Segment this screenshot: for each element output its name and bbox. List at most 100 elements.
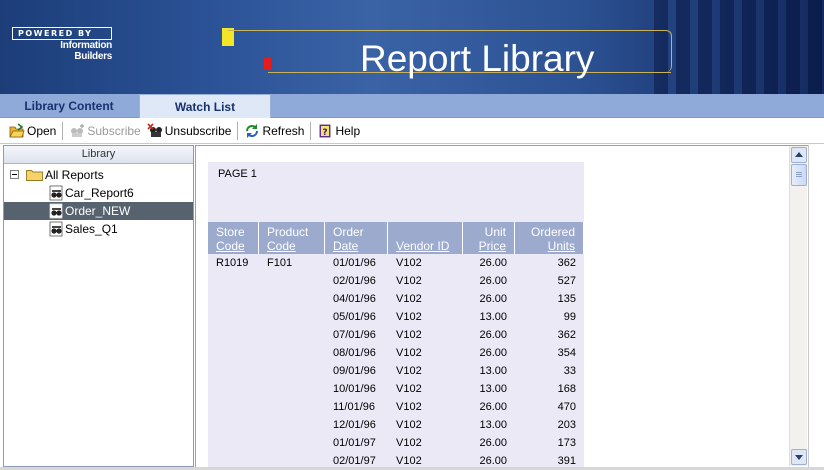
table-cell: 354: [557, 347, 576, 359]
table-cell: 362: [557, 329, 576, 341]
tree-item-sales-q1[interactable]: Sales_Q1: [4, 220, 193, 238]
tab-library-content[interactable]: Library Content: [0, 94, 138, 118]
help-label: Help: [335, 124, 361, 138]
column-header[interactable]: Order Date: [325, 222, 388, 254]
toolbar-separator: [62, 122, 64, 140]
decorative-red-block: [264, 58, 271, 70]
table-cell: 173: [557, 437, 576, 449]
tab-bar: Library Content Watch List: [0, 94, 824, 118]
table-cell: 01/01/96: [333, 257, 376, 269]
tree-item-label: Order_NEW: [65, 204, 131, 218]
table-cell: 04/01/96: [333, 293, 376, 305]
tree-root-all-reports[interactable]: All Reports: [4, 166, 193, 184]
tree-item-label: Sales_Q1: [65, 222, 118, 236]
tree-item-car-report6[interactable]: Car_Report6: [4, 184, 193, 202]
table-cell: 391: [557, 455, 576, 467]
chevron-down-icon: [795, 455, 803, 460]
header-banner: POWERED BY Information Builders Report L…: [0, 0, 824, 94]
table-cell: V102: [396, 257, 422, 269]
column-header[interactable]: Ordered Units: [515, 222, 584, 254]
page-title: Report Library: [360, 38, 595, 79]
chevron-up-icon: [795, 152, 803, 157]
table-cell: [259, 290, 325, 308]
table-cell: [259, 398, 325, 416]
table-cell: 26.00: [479, 329, 507, 341]
table-cell: [208, 398, 259, 416]
column-header[interactable]: Vendor ID: [388, 222, 463, 254]
report-page: PAGE 1 Store Code Product Code Order Date Vend…: [208, 162, 584, 467]
column-header-line2: Units: [547, 239, 575, 253]
scroll-up-button[interactable]: [791, 147, 807, 163]
column-header-line2: Date: [333, 239, 359, 253]
table-cell: [259, 362, 325, 380]
table-row: 09/01/96 V102 13.00 33: [208, 362, 584, 380]
tab-watch-list[interactable]: Watch List: [139, 94, 271, 118]
subscribe-label: Subscribe: [87, 124, 141, 138]
column-header[interactable]: Product Code: [259, 222, 325, 254]
table-cell: 26.00: [479, 293, 507, 305]
subscribe-icon: [71, 124, 85, 137]
table-cell: 26.00: [479, 347, 507, 359]
table-cell: R1019: [216, 257, 249, 269]
table-cell: 05/01/96: [333, 311, 376, 323]
unsubscribe-button[interactable]: Unsubscribe: [144, 121, 235, 141]
table-cell: [208, 380, 259, 398]
report-viewer: PAGE 1 Store Code Product Code Order Date Vend…: [195, 145, 808, 467]
tree-item-order-new[interactable]: Order_NEW: [4, 202, 193, 220]
column-header-line1: Unit: [484, 225, 506, 239]
table-cell: [259, 452, 325, 467]
svg-text:?: ?: [323, 128, 328, 138]
table-cell: 135: [557, 293, 576, 305]
column-header-line2: Vendor ID: [396, 239, 450, 253]
table-cell: V102: [396, 347, 422, 359]
table-cell: [208, 290, 259, 308]
table-cell: [208, 434, 259, 452]
table-cell: V102: [396, 419, 422, 431]
table-cell: [208, 416, 259, 434]
subscribe-button[interactable]: Subscribe: [66, 121, 143, 141]
table-cell: 09/01/96: [333, 365, 376, 377]
library-panel: Library All Reports Car_Report6 Order_NE…: [3, 145, 194, 467]
table-cell: 07/01/96: [333, 329, 376, 341]
library-header: Library: [4, 146, 193, 164]
table-cell: [259, 434, 325, 452]
column-header[interactable]: Store Code: [208, 222, 259, 254]
table-row: 08/01/96 V102 26.00 354: [208, 344, 584, 362]
column-header-line1: Ordered: [530, 225, 575, 239]
table-cell: 470: [557, 401, 576, 413]
vertical-scrollbar[interactable]: [789, 146, 807, 466]
help-button[interactable]: ? Help: [314, 121, 363, 141]
scroll-thumb[interactable]: [791, 164, 807, 186]
open-button[interactable]: Open: [6, 121, 59, 141]
table-cell: 11/01/96: [333, 401, 376, 413]
table-cell: V102: [396, 455, 422, 467]
table-cell: 10/01/96: [333, 383, 376, 395]
table-cell: [259, 380, 325, 398]
table-cell: 527: [557, 275, 576, 287]
column-header[interactable]: Unit Price: [463, 222, 515, 254]
table-row: R1019 F101 01/01/96 V102 26.00 362: [208, 254, 584, 272]
tree-item-label: Car_Report6: [65, 186, 134, 200]
table-row: 05/01/96 V102 13.00 99: [208, 308, 584, 326]
collapse-toggle[interactable]: [10, 170, 19, 179]
refresh-button[interactable]: Refresh: [241, 121, 307, 141]
table-cell: 13.00: [479, 383, 507, 395]
table-cell: [208, 344, 259, 362]
table-cell: 203: [557, 419, 576, 431]
table-cell: 02/01/97: [333, 455, 376, 467]
table-cell: [259, 272, 325, 290]
table-cell: 168: [557, 383, 576, 395]
scroll-down-button[interactable]: [791, 449, 807, 465]
open-label: Open: [27, 124, 57, 138]
column-header-line1: Order: [333, 225, 364, 239]
table-row: 10/01/96 V102 13.00 168: [208, 380, 584, 398]
table-cell: [259, 326, 325, 344]
table-cell: 02/01/96: [333, 275, 376, 287]
table-cell: V102: [396, 329, 422, 341]
table-row: 01/01/97 V102 26.00 173: [208, 434, 584, 452]
table-cell: V102: [396, 437, 422, 449]
window-edge: [808, 145, 824, 470]
table-cell: V102: [396, 365, 422, 377]
unsubscribe-label: Unsubscribe: [164, 124, 232, 138]
unsubscribe-icon: [147, 123, 162, 137]
